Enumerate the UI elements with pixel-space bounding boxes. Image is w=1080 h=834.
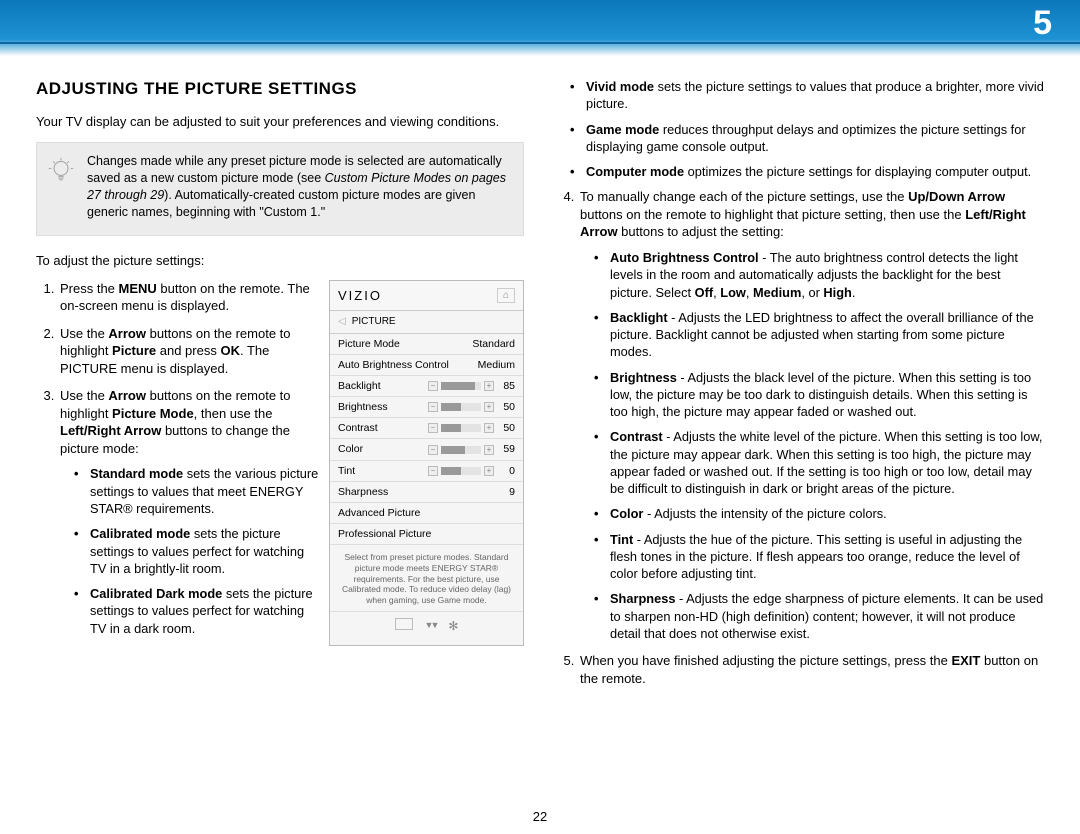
menu-row-brightness: Brightness−+50 bbox=[330, 397, 523, 418]
menu-row-backlight: Backlight−+85 bbox=[330, 376, 523, 397]
menu-row-color: Color−+59 bbox=[330, 439, 523, 460]
mode-vivid: Vivid mode sets the picture settings to … bbox=[570, 78, 1044, 113]
section-heading: ADJUSTING THE PICTURE SETTINGS bbox=[36, 78, 524, 101]
right-column: Vivid mode sets the picture settings to … bbox=[556, 78, 1044, 803]
page-number: 22 bbox=[0, 809, 1080, 834]
lead-paragraph: Your TV display can be adjusted to suit … bbox=[36, 113, 524, 131]
setting-color: Color - Adjusts the intensity of the pic… bbox=[594, 505, 1044, 522]
picture-modes-continued: Vivid mode sets the picture settings to … bbox=[556, 78, 1044, 180]
manual-page: 5 ADJUSTING THE PICTURE SETTINGS Your TV… bbox=[0, 0, 1080, 834]
left-column: ADJUSTING THE PICTURE SETTINGS Your TV d… bbox=[36, 78, 524, 803]
setting-contrast: Contrast - Adjusts the white level of th… bbox=[594, 428, 1044, 497]
back-icon: ◁ bbox=[338, 316, 346, 327]
steps-intro: To adjust the picture settings: bbox=[36, 252, 524, 270]
mode-calibrated-dark: Calibrated Dark mode sets the picture se… bbox=[74, 585, 524, 637]
setting-backlight: Backlight - Adjusts the LED brightness t… bbox=[594, 309, 1044, 361]
mode-calibrated: Calibrated mode sets the picture setting… bbox=[74, 525, 524, 577]
menu-row-abc: Auto Brightness ControlMedium bbox=[330, 355, 523, 376]
setting-brightness: Brightness - Adjusts the black level of … bbox=[594, 369, 1044, 421]
setting-tint: Tint - Adjusts the hue of the picture. T… bbox=[594, 531, 1044, 583]
setting-sharpness: Sharpness - Adjusts the edge sharpness o… bbox=[594, 590, 1044, 642]
tv-logo: VIZIO bbox=[338, 287, 382, 305]
setting-abc: Auto Brightness Control - The auto brigh… bbox=[594, 249, 1044, 301]
header-band: 5 bbox=[0, 0, 1080, 56]
steps-list-continued: To manually change each of the picture s… bbox=[556, 188, 1044, 687]
step-5: When you have finished adjusting the pic… bbox=[578, 652, 1044, 687]
note-text: Changes made while any preset picture mo… bbox=[87, 153, 511, 221]
mode-computer: Computer mode optimizes the picture sett… bbox=[570, 163, 1044, 180]
picture-settings-list: Auto Brightness Control - The auto brigh… bbox=[580, 249, 1044, 642]
menu-row-picture-mode: Picture ModeStandard bbox=[330, 334, 523, 355]
tip-note: Changes made while any preset picture mo… bbox=[36, 142, 524, 236]
home-icon: ⌂ bbox=[497, 288, 515, 303]
tv-breadcrumb: ◁PICTURE bbox=[330, 311, 523, 334]
menu-row-contrast: Contrast−+50 bbox=[330, 418, 523, 439]
picture-modes-list: Standard mode sets the various picture s… bbox=[60, 465, 524, 636]
chapter-number: 5 bbox=[1033, 4, 1052, 43]
mode-game: Game mode reduces throughput delays and … bbox=[570, 121, 1044, 156]
mode-standard: Standard mode sets the various picture s… bbox=[74, 465, 524, 517]
lightbulb-icon bbox=[47, 157, 75, 185]
content: ADJUSTING THE PICTURE SETTINGS Your TV d… bbox=[0, 56, 1080, 809]
step-4: To manually change each of the picture s… bbox=[578, 188, 1044, 642]
